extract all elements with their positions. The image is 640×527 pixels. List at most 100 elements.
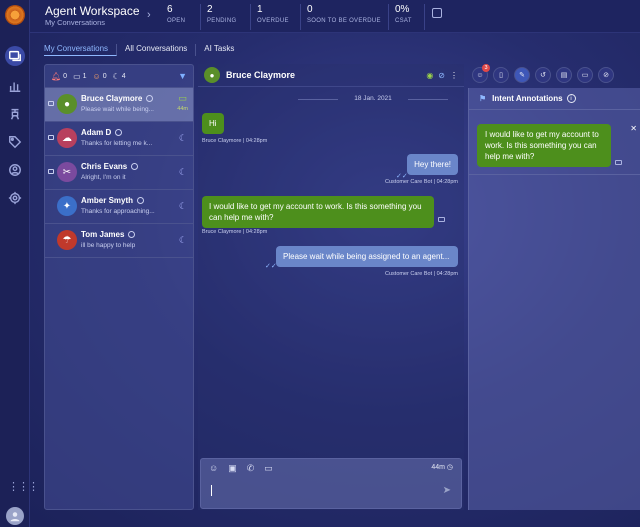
contact-avatar: ☂ bbox=[57, 230, 77, 250]
user-counter[interactable]: ☺ 0 bbox=[93, 72, 107, 81]
message-bubble: Hey there! bbox=[407, 154, 458, 175]
left-rail: ⋮⋮⋮ bbox=[0, 0, 39, 527]
settings-icon[interactable] bbox=[5, 188, 25, 208]
bot-icon[interactable] bbox=[5, 104, 25, 124]
annotation-bubble: I would like to get my account to work. … bbox=[477, 124, 611, 167]
phone-icon[interactable]: ✆ bbox=[247, 463, 255, 474]
contact-name: Adam D bbox=[81, 128, 112, 137]
waiting-counter[interactable]: ☾ 4 bbox=[113, 72, 126, 81]
panel-header: ⚑ Intent Annotations i bbox=[469, 88, 640, 110]
more-options-icon[interactable]: ⋮ bbox=[450, 71, 458, 80]
message-preview: ill be happy to help bbox=[81, 242, 136, 249]
message-meta: Customer Care Bot | 04:28pm bbox=[385, 271, 458, 277]
message-input[interactable] bbox=[211, 485, 212, 496]
message-counter[interactable]: ▭ 1 bbox=[73, 72, 86, 81]
stat-open[interactable]: 6 OPEN bbox=[161, 4, 201, 30]
whatsapp-icon bbox=[128, 231, 136, 238]
conversation-tabs: My Conversations All Conversations AI Ta… bbox=[44, 44, 250, 56]
workspace-title: Agent Workspace bbox=[45, 4, 140, 18]
contact-avatar: ● bbox=[57, 94, 77, 114]
read-ticks-icon: ✓✓ bbox=[265, 263, 277, 270]
profile-tool-button[interactable]: ▤ bbox=[556, 67, 572, 83]
message-preview: Thanks for letting me k... bbox=[81, 140, 153, 147]
contact-name: Bruce Claymore bbox=[81, 94, 143, 103]
tab-my-conversations[interactable]: My Conversations bbox=[44, 44, 118, 56]
chat-icon bbox=[48, 169, 54, 174]
message-bubble: Hi bbox=[202, 113, 224, 134]
list-item[interactable]: ● Bruce Claymore Please wait while being… bbox=[45, 88, 193, 122]
moon-icon: ☾ bbox=[178, 235, 187, 245]
top-header: Agent Workspace My Conversations › 6 OPE… bbox=[30, 0, 640, 33]
history-tool-button[interactable]: ↺ bbox=[535, 67, 551, 83]
whatsapp-icon bbox=[131, 163, 139, 170]
whatsapp-icon bbox=[146, 95, 154, 102]
filter-icon[interactable]: ▼ bbox=[178, 71, 187, 81]
list-item[interactable]: ☂ Tom James ill be happy to help ☾ bbox=[45, 224, 193, 258]
conversation-timer: 44m ◷ bbox=[431, 464, 453, 471]
annotate-icon[interactable] bbox=[615, 160, 622, 165]
list-item[interactable]: ✦ Amber Smyth Thanks for approaching... … bbox=[45, 190, 193, 224]
conversations-icon[interactable] bbox=[5, 46, 25, 66]
list-item[interactable]: ✂ Chris Evans Alright, I'm on it ☾ bbox=[45, 156, 193, 190]
message-meta: Bruce Claymore | 04:28pm bbox=[202, 229, 268, 235]
stat-pending[interactable]: 2 PENDING bbox=[201, 4, 251, 30]
whatsapp-icon bbox=[137, 197, 145, 204]
alerts-tool-button[interactable]: ☺ 3 bbox=[472, 64, 490, 83]
user-avatar[interactable] bbox=[6, 507, 24, 525]
contact-name: Chris Evans bbox=[81, 162, 128, 171]
brand-logo bbox=[5, 5, 25, 25]
whatsapp-icon bbox=[115, 129, 123, 136]
tab-all-conversations[interactable]: All Conversations bbox=[125, 44, 197, 56]
person-icon: ☺ bbox=[92, 71, 101, 81]
status-icon[interactable]: ◉ bbox=[426, 71, 433, 80]
message-bubble: I would like to get my account to work. … bbox=[202, 196, 434, 228]
list-item[interactable]: ☁ Adam D Thanks for letting me k... ☾ bbox=[45, 122, 193, 156]
date-separator: 18 Jan. 2021 bbox=[298, 95, 448, 102]
chat-contact-name: Bruce Claymore bbox=[226, 70, 296, 80]
annotate-icon[interactable] bbox=[438, 217, 445, 222]
emoji-icon[interactable]: ☺ bbox=[209, 463, 218, 474]
chat-header: ● Bruce Claymore ◉ ⊘ ⋮ bbox=[198, 64, 464, 87]
block-tool-button[interactable]: ⊘ bbox=[598, 67, 614, 83]
message-meta: Bruce Claymore | 04:28pm bbox=[202, 138, 268, 144]
contacts-icon[interactable] bbox=[5, 160, 25, 180]
chevron-right-icon: › bbox=[147, 9, 151, 21]
chat-panel: ● Bruce Claymore ◉ ⊘ ⋮ 18 Jan. 2021 Hi B… bbox=[198, 64, 464, 510]
message-preview: Please wait while being... bbox=[81, 106, 154, 113]
list-counters: 🔔︎ 0 ▭ 1 ☺ 0 ☾ 4 ▼ bbox=[45, 65, 193, 88]
close-icon[interactable]: ✕ bbox=[630, 124, 637, 133]
video-icon[interactable]: ▭ bbox=[264, 463, 273, 474]
chat-icon bbox=[48, 135, 54, 140]
header-menu-button[interactable] bbox=[432, 8, 442, 18]
message-meta: Customer Care Bot | 04:28pm bbox=[385, 179, 458, 185]
contact-avatar: ✦ bbox=[57, 196, 77, 216]
alert-counter[interactable]: 🔔︎ 0 bbox=[51, 72, 67, 81]
send-icon[interactable]: ➤ bbox=[443, 485, 451, 496]
analytics-icon[interactable] bbox=[5, 76, 25, 96]
contact-avatar: ● bbox=[204, 67, 220, 83]
stat-csat[interactable]: 0% CSAT bbox=[389, 4, 425, 30]
apps-grid-icon[interactable]: ⋮⋮⋮ bbox=[8, 480, 39, 493]
right-toolbar: ☺ 3 ▯ ✎ ↺ ▤ ▭ ⊘ bbox=[470, 64, 640, 86]
panel-title: Intent Annotations bbox=[492, 94, 563, 103]
inbox-tool-button[interactable]: ▭ bbox=[577, 67, 593, 83]
moon-icon: ☾ bbox=[178, 201, 187, 211]
message-composer: ☺ ▣ ✆ ▭ 44m ◷ ➤ bbox=[200, 458, 462, 509]
notification-badge: 3 bbox=[482, 64, 490, 72]
message-icon: ▭ bbox=[73, 71, 81, 81]
canned-response-icon[interactable]: ▣ bbox=[228, 463, 237, 474]
info-icon[interactable]: i bbox=[566, 94, 576, 103]
contact-avatar: ☁ bbox=[57, 128, 77, 148]
moon-icon: ☾ bbox=[178, 133, 187, 143]
annotations-tool-button[interactable]: ✎ bbox=[514, 67, 530, 83]
workspace-subtitle: My Conversations bbox=[45, 18, 106, 27]
stat-soon-overdue[interactable]: 0 SOON TO BE OVERDUE bbox=[301, 4, 389, 30]
check-circle-icon[interactable]: ⊘ bbox=[438, 71, 445, 80]
notes-tool-button[interactable]: ▯ bbox=[493, 67, 509, 83]
stat-overdue[interactable]: 1 OVERDUE bbox=[251, 4, 301, 30]
message-preview: Alright, I'm on it bbox=[81, 174, 126, 181]
tag-icon[interactable] bbox=[5, 132, 25, 152]
intent-annotations-panel: ⚑ Intent Annotations i I would like to g… bbox=[468, 88, 640, 510]
tab-ai-tasks[interactable]: AI Tasks bbox=[204, 44, 242, 56]
flag-icon: ⚑ bbox=[479, 94, 487, 103]
